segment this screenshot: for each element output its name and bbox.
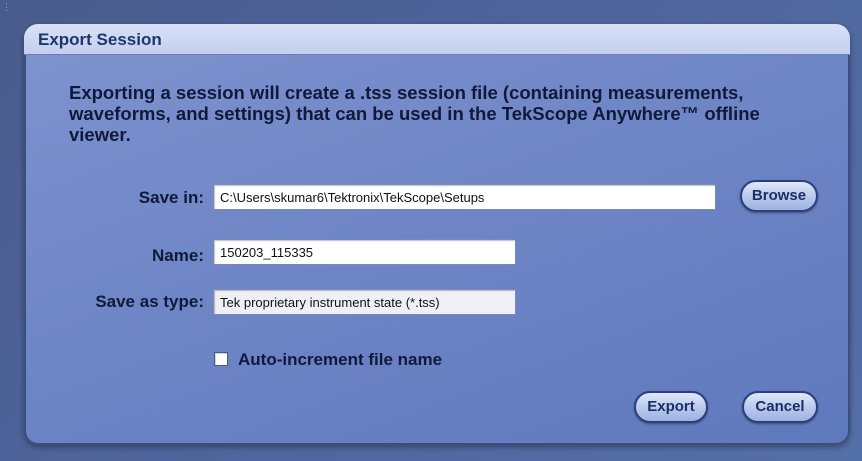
browse-button[interactable]: Browse <box>740 180 818 212</box>
save-as-type-field[interactable] <box>213 289 516 315</box>
name-field[interactable] <box>213 239 516 265</box>
save-in-label: Save in: <box>138 188 204 207</box>
export-session-dialog: Export Session Exporting a session will … <box>24 24 850 445</box>
save-as-type-label: Save as type: <box>95 292 204 311</box>
dialog-description: Exporting a session will create a .tss s… <box>69 82 760 145</box>
auto-increment-label: Auto-increment file name <box>238 350 443 369</box>
grip-dots-icon: ⋮ <box>2 2 11 12</box>
dialog-title: Export Session <box>38 30 162 49</box>
export-button[interactable]: Export <box>634 391 708 423</box>
auto-increment-checkbox[interactable] <box>214 352 228 366</box>
cancel-button[interactable]: Cancel <box>742 391 818 423</box>
save-in-field[interactable] <box>213 184 716 210</box>
name-label: Name: <box>152 246 204 265</box>
dialog-title-bar: Export Session <box>24 24 850 55</box>
